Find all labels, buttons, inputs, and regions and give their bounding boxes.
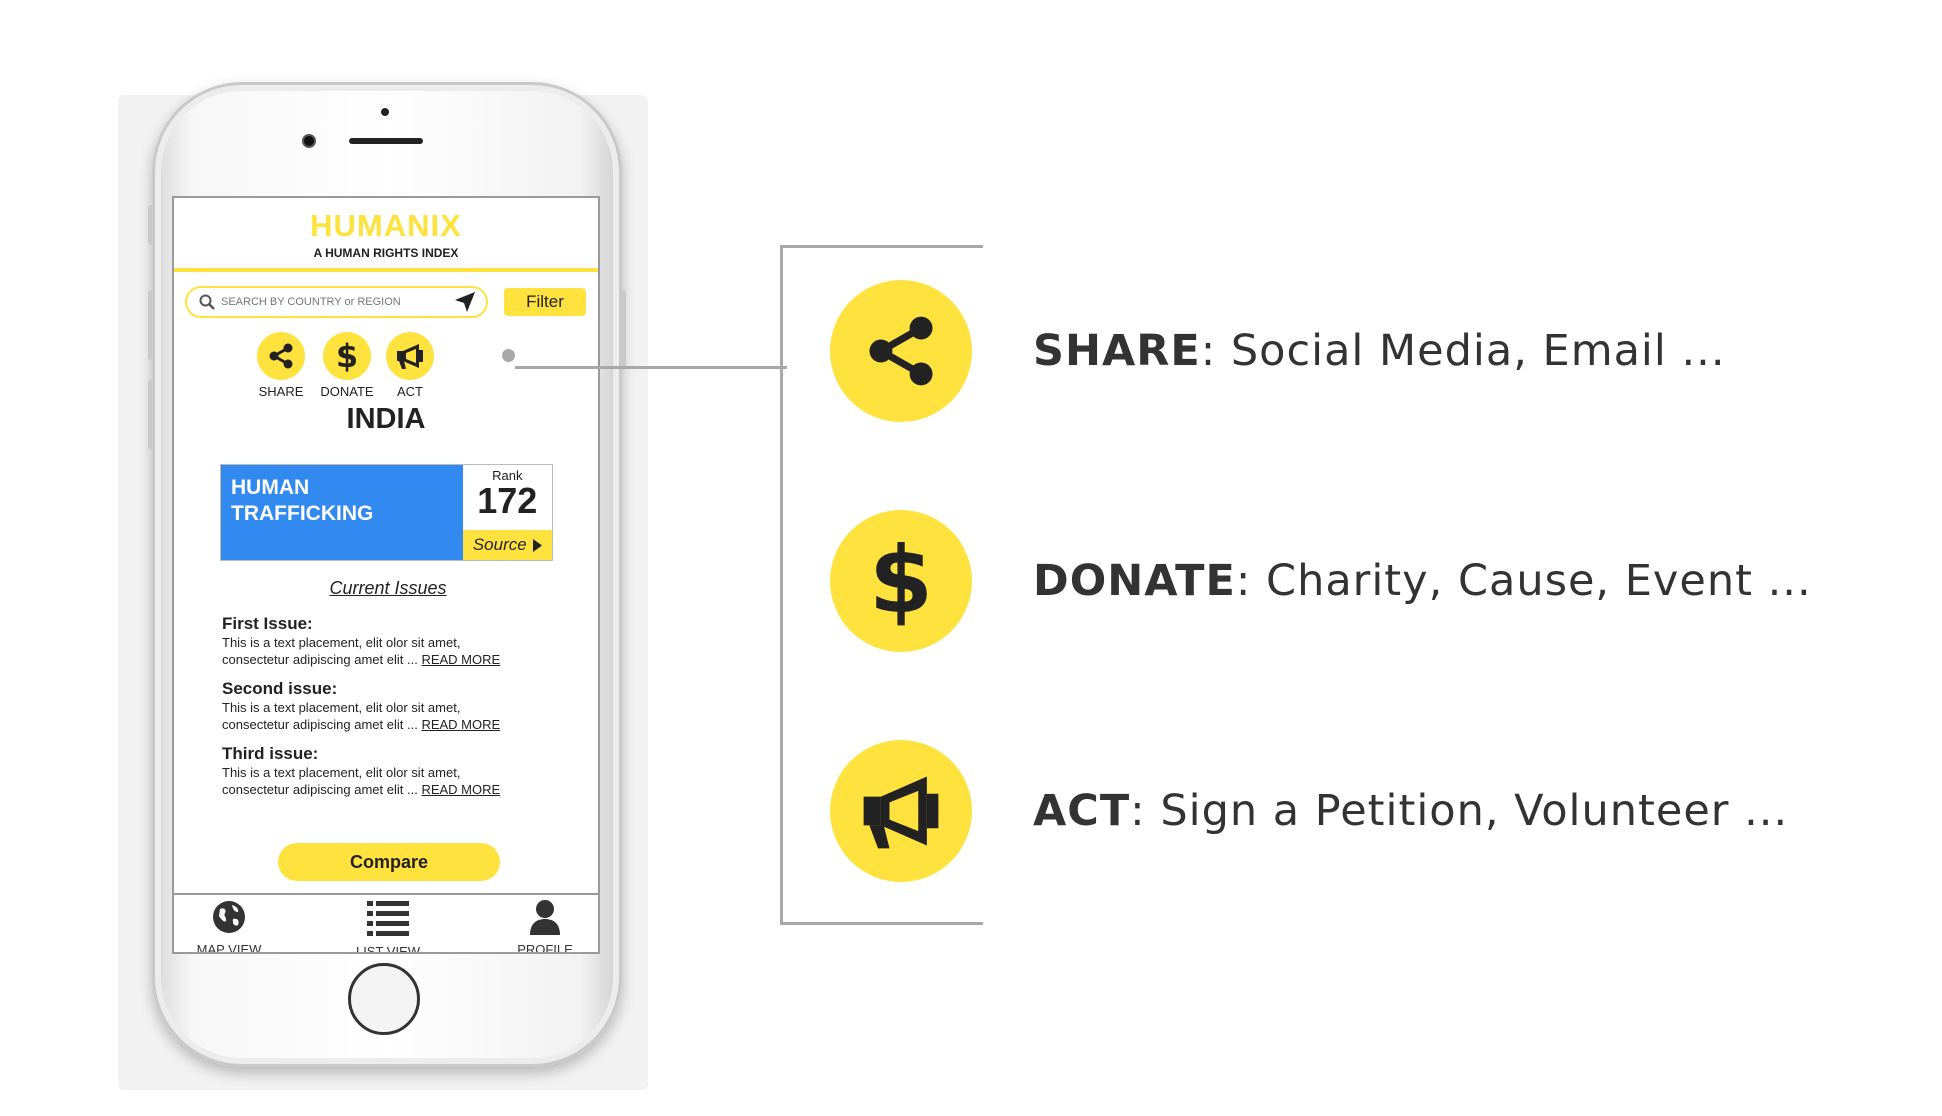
current-issues-link[interactable]: Current Issues xyxy=(174,578,598,599)
feature-donate-circle: $ xyxy=(830,510,972,652)
source-button[interactable]: Source xyxy=(462,530,552,560)
issue-title: Third issue: xyxy=(222,744,319,763)
act-action[interactable]: ACT xyxy=(375,332,445,399)
nav-profile-label: PROFILE xyxy=(517,942,573,954)
feature-share-text: SHARE: Social Media, Email ... xyxy=(1033,326,1726,376)
rank-value: 172 xyxy=(477,480,538,521)
issue-text-line2: consectetur adipiscing amet elit ... REA… xyxy=(222,651,562,668)
read-more-link[interactable]: READ MORE xyxy=(421,717,500,732)
bottom-nav: MAP VIEW LIST VIEW PROFILE xyxy=(174,893,598,954)
feature-act-circle xyxy=(830,740,972,882)
megaphone-icon xyxy=(863,776,939,849)
location-arrow-icon[interactable] xyxy=(454,291,476,313)
share-action[interactable]: SHARE xyxy=(246,332,316,399)
issue-card[interactable]: HUMAN TRAFFICKING Rank 172 Source xyxy=(220,464,553,561)
nav-map-view-label: MAP VIEW xyxy=(196,942,262,954)
feature-donate: $ DONATE: Charity, Cause, Event ... xyxy=(830,510,1811,660)
app-subtitle: A HUMAN RIGHTS INDEX xyxy=(313,246,459,260)
dollar-icon: $ xyxy=(868,527,933,634)
issues-list: First Issue: This is a text placement, e… xyxy=(222,614,562,809)
nav-list-view[interactable]: LIST VIEW xyxy=(333,899,443,954)
issue-card-title: HUMAN TRAFFICKING xyxy=(221,465,463,560)
feature-share-name: SHARE xyxy=(1033,326,1201,376)
list-item: Third issue: This is a text placement, e… xyxy=(222,744,562,798)
feature-donate-description: : Charity, Cause, Event ... xyxy=(1235,556,1812,606)
issue-text-line2: consectetur adipiscing amet elit ... REA… xyxy=(222,781,562,798)
issue-text-body: consectetur adipiscing amet elit ... xyxy=(222,652,418,667)
donate-action-circle: $ xyxy=(323,332,371,380)
app-header: HUMANIX A HUMAN RIGHTS INDEX xyxy=(174,198,598,272)
issue-text-line1: This is a text placement, elit olor sit … xyxy=(222,765,461,780)
feature-act-description: : Sign a Petition, Volunteer ... xyxy=(1130,786,1789,836)
app-title: HUMANIX xyxy=(310,208,462,243)
globe-icon xyxy=(213,901,245,933)
list-icon xyxy=(367,901,409,936)
list-item: First Issue: This is a text placement, e… xyxy=(222,614,562,668)
feature-act-text: ACT: Sign a Petition, Volunteer ... xyxy=(1033,786,1788,836)
share-icon xyxy=(869,316,933,386)
feature-act-name: ACT xyxy=(1033,786,1131,836)
issue-text-line1: This is a text placement, elit olor sit … xyxy=(222,700,461,715)
issue-card-side: Rank 172 Source xyxy=(462,465,552,560)
feature-act: ACT: Sign a Petition, Volunteer ... xyxy=(830,740,1787,890)
act-action-circle xyxy=(386,332,434,380)
front-camera xyxy=(302,134,316,148)
feature-donate-text: DONATE: Charity, Cause, Event ... xyxy=(1033,556,1812,606)
list-item: Second issue: This is a text placement, … xyxy=(222,679,562,733)
search-placeholder: SEARCH BY COUNTRY or REGION xyxy=(221,296,401,308)
play-arrow-icon xyxy=(532,538,542,552)
phone-screen: HUMANIX A HUMAN RIGHTS INDEX SEARCH BY C… xyxy=(172,196,600,954)
mute-switch xyxy=(148,205,154,245)
home-button[interactable] xyxy=(348,963,420,1035)
country-name: INDIA xyxy=(346,403,426,435)
share-action-label: SHARE xyxy=(258,384,304,399)
issue-text-line1: This is a text placement, elit olor sit … xyxy=(222,635,461,650)
read-more-link[interactable]: READ MORE xyxy=(421,652,500,667)
donate-action-label: DONATE xyxy=(320,384,374,399)
filter-button[interactable]: Filter xyxy=(504,288,586,316)
callout-connector-line xyxy=(515,366,787,369)
feature-share: SHARE: Social Media, Email ... xyxy=(830,280,1750,430)
feature-share-description: : Social Media, Email ... xyxy=(1200,326,1726,376)
proximity-sensor xyxy=(381,108,389,116)
dollar-icon: $ xyxy=(335,337,359,375)
person-icon xyxy=(530,900,560,935)
feature-donate-name: DONATE xyxy=(1033,556,1236,606)
earpiece-speaker xyxy=(349,138,423,144)
issue-text-body: consectetur adipiscing amet elit ... xyxy=(222,717,418,732)
search-icon xyxy=(199,294,215,310)
issue-title: First Issue: xyxy=(222,614,313,633)
read-more-link[interactable]: READ MORE xyxy=(421,782,500,797)
issue-text-line2: consectetur adipiscing amet elit ... REA… xyxy=(222,716,562,733)
donate-action[interactable]: $ DONATE xyxy=(312,332,382,399)
issue-card-title-line1: HUMAN xyxy=(231,476,310,499)
volume-down-button xyxy=(148,380,154,450)
issue-card-title-line2: TRAFFICKING xyxy=(231,502,374,525)
share-action-circle xyxy=(257,332,305,380)
source-label: Source xyxy=(472,535,527,554)
power-button xyxy=(620,290,626,370)
compare-button[interactable]: Compare xyxy=(278,843,500,881)
search-input[interactable]: SEARCH BY COUNTRY or REGION xyxy=(185,286,488,318)
issue-text-body: consectetur adipiscing amet elit ... xyxy=(222,782,418,797)
stage: HUMANIX A HUMAN RIGHTS INDEX SEARCH BY C… xyxy=(0,0,1942,1116)
feature-share-circle xyxy=(830,280,972,422)
share-icon xyxy=(269,343,293,369)
megaphone-icon xyxy=(397,344,423,369)
nav-map-view[interactable]: MAP VIEW xyxy=(174,899,284,954)
volume-up-button xyxy=(148,290,154,360)
search-row: SEARCH BY COUNTRY or REGION Filter xyxy=(174,272,598,332)
rank-box: Rank 172 xyxy=(462,465,552,530)
nav-profile[interactable]: PROFILE xyxy=(490,899,598,954)
nav-list-view-label: LIST VIEW xyxy=(355,944,421,954)
issue-title: Second issue: xyxy=(222,679,338,698)
callout-connector-dot xyxy=(502,349,515,362)
act-action-label: ACT xyxy=(397,384,423,399)
